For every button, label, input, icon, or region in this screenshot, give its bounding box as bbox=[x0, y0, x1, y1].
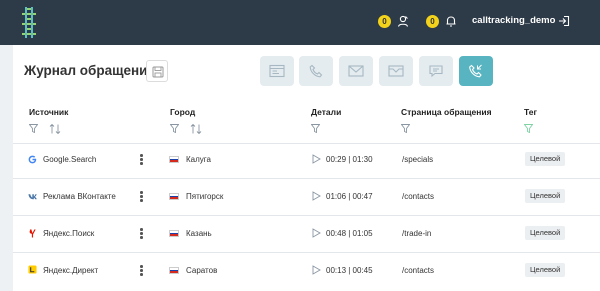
city-name: Калуга bbox=[186, 155, 211, 164]
russia-flag-icon bbox=[169, 156, 179, 163]
callback-filter-button[interactable] bbox=[459, 56, 493, 86]
username-label[interactable]: calltracking_demo bbox=[472, 15, 555, 26]
google-icon bbox=[28, 155, 37, 164]
filter-icon[interactable] bbox=[311, 124, 320, 133]
column-header-details: Детали bbox=[311, 107, 342, 117]
calls-filter-button[interactable] bbox=[299, 56, 333, 86]
city-name: Казань bbox=[186, 229, 212, 238]
logo-icon[interactable] bbox=[18, 6, 40, 39]
save-report-button[interactable] bbox=[146, 60, 168, 82]
notification-count-badge: 0 bbox=[378, 15, 391, 28]
city-name: Пятигорск bbox=[186, 192, 224, 201]
alerts-count-badge: 0 bbox=[426, 15, 439, 28]
tag-badge[interactable]: Целевой bbox=[525, 189, 566, 203]
sort-icon[interactable] bbox=[49, 124, 61, 134]
landing-page: /specials bbox=[402, 155, 434, 164]
call-duration: 01:06 | 00:47 bbox=[326, 192, 373, 201]
row-menu-icon[interactable] bbox=[140, 228, 144, 240]
row-menu-icon[interactable] bbox=[140, 154, 144, 166]
row-divider bbox=[13, 252, 600, 253]
play-recording-icon[interactable] bbox=[311, 228, 321, 238]
chat-bubble-icon bbox=[429, 65, 443, 78]
page-title: Журнал обращений bbox=[24, 63, 156, 78]
call-duration: 00:13 | 00:45 bbox=[326, 266, 373, 275]
landing-page: /contacts bbox=[402, 266, 435, 275]
source-name: Яндекс.Поиск bbox=[43, 229, 95, 238]
logout-icon[interactable] bbox=[557, 14, 571, 28]
orders-filter-button[interactable] bbox=[379, 56, 413, 86]
column-header-page: Страница обращения bbox=[401, 107, 492, 117]
russia-flag-icon bbox=[169, 267, 179, 274]
row-menu-icon[interactable] bbox=[140, 191, 144, 203]
call-duration: 00:48 | 01:05 bbox=[326, 229, 373, 238]
phone-icon bbox=[309, 64, 323, 78]
source-name: Реклама ВКонтакте bbox=[43, 192, 116, 201]
chat-filter-button[interactable] bbox=[419, 56, 453, 86]
email-filter-button[interactable] bbox=[339, 56, 373, 86]
column-header-city: Город bbox=[170, 107, 196, 117]
russia-flag-icon bbox=[169, 193, 179, 200]
filter-icon[interactable] bbox=[29, 124, 38, 133]
play-recording-icon[interactable] bbox=[311, 265, 321, 275]
filter-icon[interactable] bbox=[170, 124, 179, 133]
play-recording-icon[interactable] bbox=[311, 191, 321, 201]
floppy-disk-icon bbox=[152, 66, 164, 78]
play-recording-icon[interactable] bbox=[311, 154, 321, 164]
row-divider bbox=[13, 215, 600, 216]
source-name: Google.Search bbox=[43, 155, 97, 164]
yandex-direct-icon bbox=[28, 265, 37, 274]
vk-icon bbox=[28, 194, 37, 200]
tag-filter-icon[interactable] bbox=[524, 124, 533, 133]
filter-icon[interactable] bbox=[401, 124, 410, 133]
row-divider bbox=[13, 178, 600, 179]
top-bar: 0 0 calltracking_demo bbox=[0, 0, 600, 45]
row-menu-icon[interactable] bbox=[140, 265, 144, 277]
header-divider bbox=[13, 143, 600, 144]
users-icon[interactable] bbox=[396, 14, 410, 28]
phone-callback-icon bbox=[469, 64, 482, 78]
tag-badge[interactable]: Целевой bbox=[525, 152, 566, 166]
envelope-icon bbox=[348, 65, 364, 77]
russia-flag-icon bbox=[169, 230, 179, 237]
forms-filter-button[interactable] bbox=[260, 56, 294, 86]
city-name: Саратов bbox=[186, 266, 218, 275]
mail-tray-icon bbox=[388, 65, 404, 77]
tag-badge[interactable]: Целевой bbox=[525, 263, 566, 277]
landing-page: /contacts bbox=[402, 192, 435, 201]
column-header-tag: Тег bbox=[524, 107, 538, 117]
form-window-icon bbox=[269, 64, 285, 78]
call-duration: 00:29 | 01:30 bbox=[326, 155, 373, 164]
source-name: Яндекс.Директ bbox=[43, 266, 99, 275]
tag-badge[interactable]: Целевой bbox=[525, 226, 566, 240]
bell-icon[interactable] bbox=[444, 14, 458, 28]
landing-page: /trade-in bbox=[402, 229, 432, 238]
yandex-icon bbox=[29, 229, 36, 238]
sort-icon[interactable] bbox=[190, 124, 202, 134]
column-header-source: Источник bbox=[29, 107, 69, 117]
